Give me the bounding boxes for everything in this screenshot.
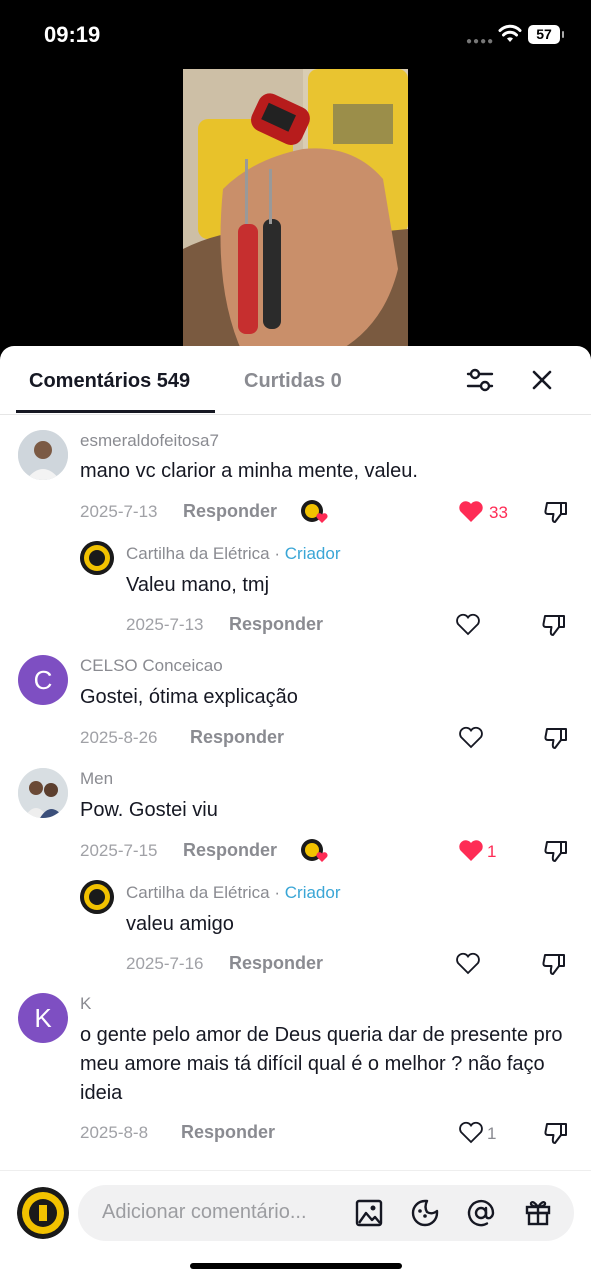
reply-button[interactable]: Responder <box>183 840 277 861</box>
like-count: 1 <box>487 1124 497 1143</box>
dislike-icon[interactable] <box>543 726 569 750</box>
user-photo-icon <box>18 430 68 480</box>
creator-logo-icon <box>80 541 114 575</box>
dislike-icon[interactable] <box>543 500 569 524</box>
avatar[interactable]: C <box>18 655 68 705</box>
heart-outline-icon[interactable] <box>455 952 481 975</box>
reply-button[interactable]: Responder <box>229 953 323 974</box>
reply-button[interactable]: Responder <box>181 1122 275 1143</box>
tab-likes[interactable]: Curtidas 0 <box>244 370 342 393</box>
close-icon[interactable] <box>531 369 553 391</box>
heart-outline-icon[interactable] <box>458 726 484 749</box>
comment-date: 2025-7-15 <box>80 841 158 860</box>
comment-username[interactable]: CELSO Conceicao <box>80 656 223 676</box>
status-bar: 09:19 ●●●● 57 <box>0 0 591 70</box>
creator-badge: Criador <box>284 883 341 902</box>
comment-username[interactable]: Men <box>80 769 113 789</box>
comment-composer: Adicionar comentário... <box>0 1170 591 1281</box>
tab-underline <box>16 410 215 413</box>
tab-comments[interactable]: Comentários 549 <box>29 370 190 393</box>
comment-date: 2025-8-26 <box>80 728 158 747</box>
creator-liked-icon <box>301 500 328 523</box>
image-icon[interactable] <box>354 1198 384 1228</box>
creator-logo-icon <box>80 880 114 914</box>
comment-text: mano vc clarior a minha mente, valeu. <box>80 460 418 482</box>
creator-logo-icon <box>17 1187 69 1239</box>
comment-text: Gostei, ótima explicação <box>80 686 298 708</box>
dislike-icon[interactable] <box>541 613 567 637</box>
comment-username[interactable]: K <box>80 994 91 1014</box>
status-time: 09:19 <box>44 22 101 47</box>
reply-date: 2025-7-16 <box>126 954 204 973</box>
reply-button[interactable]: Responder <box>229 614 323 635</box>
dislike-icon[interactable] <box>543 839 569 863</box>
avatar[interactable]: K <box>18 993 68 1043</box>
signal-icon: ●●●● <box>466 36 495 47</box>
home-indicator[interactable] <box>190 1263 402 1269</box>
heart-outline-icon[interactable] <box>455 613 481 636</box>
reply-button[interactable]: Responder <box>183 501 277 522</box>
comment-input[interactable]: Adicionar comentário... <box>78 1185 574 1241</box>
user-photo-icon <box>18 768 68 818</box>
reply-text: valeu amigo <box>126 913 234 935</box>
like-count: 33 <box>489 503 508 522</box>
dislike-icon[interactable] <box>541 952 567 976</box>
battery-level: 57 <box>536 26 552 42</box>
gift-icon[interactable] <box>523 1197 553 1227</box>
like-count: 1 <box>487 842 497 861</box>
avatar[interactable] <box>18 430 68 480</box>
video-preview[interactable] <box>183 69 408 354</box>
heart-filled-icon[interactable] <box>458 839 484 862</box>
comment-text: o gente pelo amor de Deus queria dar de … <box>80 1024 563 1104</box>
reply-username[interactable]: Cartilha da Elétrica · Criador <box>126 883 341 903</box>
reply-button[interactable]: Responder <box>190 727 284 748</box>
dislike-icon[interactable] <box>543 1121 569 1145</box>
comment-username[interactable]: esmeraldofeitosa7 <box>80 431 219 451</box>
video-frame-image <box>183 69 408 354</box>
wifi-icon <box>498 24 522 42</box>
comments-sheet: Comentários 549 Curtidas 0 esmeraldofeit… <box>0 346 591 1280</box>
mention-icon[interactable] <box>466 1198 496 1228</box>
creator-avatar[interactable] <box>80 880 114 914</box>
my-avatar[interactable] <box>17 1187 69 1239</box>
reply-date: 2025-7-13 <box>126 615 204 634</box>
creator-badge: Criador <box>284 544 341 563</box>
tab-bar: Comentários 549 Curtidas 0 <box>0 346 591 415</box>
filter-icon[interactable] <box>465 366 495 394</box>
comment-input-placeholder: Adicionar comentário... <box>102 1201 307 1223</box>
reply-text: Valeu mano, tmj <box>126 574 270 596</box>
avatar[interactable] <box>18 768 68 818</box>
creator-avatar[interactable] <box>80 541 114 575</box>
creator-liked-icon <box>301 839 328 862</box>
comment-date: 2025-7-13 <box>80 502 158 521</box>
reply-username[interactable]: Cartilha da Elétrica · Criador <box>126 544 341 564</box>
sticker-icon[interactable] <box>410 1198 440 1228</box>
heart-filled-icon[interactable] <box>458 500 484 523</box>
heart-outline-icon[interactable] <box>458 1121 484 1144</box>
battery-icon: 57 <box>528 25 564 44</box>
comment-text: Pow. Gostei viu <box>80 799 218 821</box>
comment-date: 2025-8-8 <box>80 1123 149 1142</box>
